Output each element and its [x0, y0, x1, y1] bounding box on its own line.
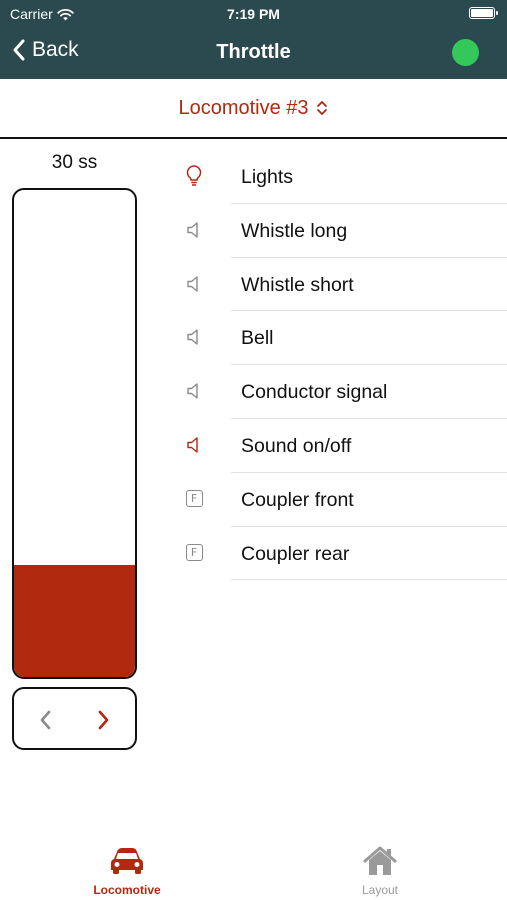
function-row[interactable]: Lights: [170, 150, 507, 204]
header-bar: Carrier 7:19 PM Back Throttle: [0, 0, 507, 79]
speaker-icon: [182, 325, 206, 349]
navigation-bar: Back Throttle: [0, 28, 507, 79]
speaker-icon: [182, 272, 206, 296]
status-bar: Carrier 7:19 PM: [0, 0, 507, 28]
function-f-icon: F: [182, 487, 206, 511]
direction-reverse-button[interactable]: [30, 705, 60, 735]
speed-label: 30 ss: [51, 152, 98, 173]
connection-status-indicator: [452, 39, 479, 66]
function-row[interactable]: F Coupler rear: [170, 527, 507, 581]
throttle-slider[interactable]: [12, 188, 137, 679]
direction-forward-button[interactable]: [89, 705, 119, 735]
status-time: 7:19 PM: [227, 6, 280, 22]
tab-layout-label: Layout: [361, 883, 399, 897]
tab-bar: Locomotive Layout: [0, 830, 507, 900]
function-row[interactable]: Sound on/off: [170, 419, 507, 473]
function-label: Coupler rear: [241, 542, 350, 565]
chevron-up-down-icon: [316, 101, 327, 115]
function-list: Lights Whistle long Whistle short Bell Condu…: [170, 150, 507, 581]
lightbulb-icon: [182, 164, 206, 188]
tab-locomotive-label: Locomotive: [93, 883, 161, 897]
chevron-left-icon: [40, 710, 51, 730]
function-label: Sound on/off: [241, 434, 352, 457]
house-icon: [363, 846, 397, 875]
locomotive-selector-label: Locomotive #3: [178, 96, 309, 119]
tab-layout[interactable]: Layout: [300, 846, 460, 897]
function-f-icon: F: [182, 541, 206, 565]
function-label: Coupler front: [241, 488, 354, 511]
function-label: Whistle short: [241, 273, 354, 296]
battery-icon: [469, 7, 498, 19]
function-row[interactable]: Whistle long: [170, 204, 507, 258]
speaker-icon: [182, 433, 206, 457]
row-divider: [231, 579, 507, 581]
function-row[interactable]: F Coupler front: [170, 473, 507, 527]
direction-control: [12, 687, 137, 750]
function-row[interactable]: Bell: [170, 311, 507, 366]
function-row[interactable]: Whistle short: [170, 258, 507, 312]
function-label: Whistle long: [241, 219, 348, 242]
car-icon: [111, 848, 143, 874]
throttle-level-fill: [14, 565, 135, 677]
function-label: Bell: [241, 327, 274, 350]
chevron-right-icon: [98, 710, 109, 730]
locomotive-selector[interactable]: Locomotive #3: [0, 79, 507, 139]
function-label: Lights: [241, 166, 294, 188]
tab-locomotive[interactable]: Locomotive: [47, 846, 207, 897]
speaker-icon: [182, 218, 206, 242]
function-row[interactable]: Conductor signal: [170, 365, 507, 419]
page-title: Throttle: [216, 41, 291, 63]
function-label: Conductor signal: [241, 381, 388, 404]
speaker-icon: [182, 379, 206, 403]
